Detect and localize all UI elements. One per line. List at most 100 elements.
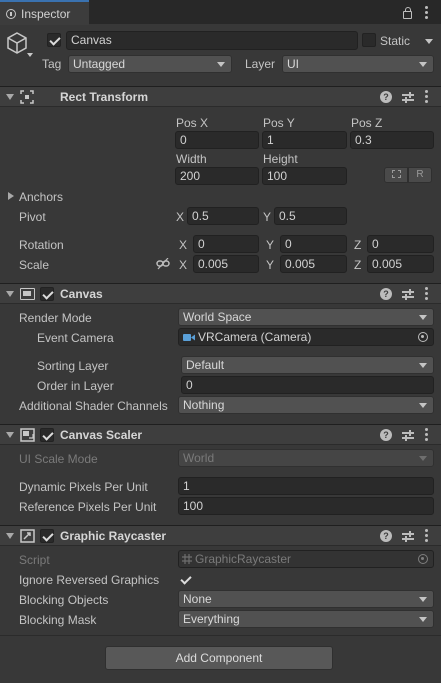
dynamic-ppu-field[interactable]: 1 [178,477,434,495]
tag-label: Tag [42,57,62,71]
static-label: Static [380,34,411,48]
rotation-x-label: X [179,238,188,252]
canvas-scaler-icon [20,428,35,442]
canvas-scaler-foldout[interactable] [6,432,14,438]
shader-channels-label: Additional Shader Channels [19,399,168,413]
kebab-icon[interactable] [425,90,428,103]
blocking-mask-dropdown[interactable]: Everything [178,610,434,628]
layer-label: Layer [245,57,276,71]
scale-x-field[interactable]: 0.005 [193,255,259,273]
canvas-enabled-checkbox[interactable] [40,287,54,301]
static-dropdown-arrow[interactable] [425,39,433,44]
canvas-title: Canvas [60,287,103,301]
render-mode-label: Render Mode [19,311,92,325]
ui-scale-mode-dropdown: World [178,449,434,467]
graphic-raycaster-title: Graphic Raycaster [60,529,167,543]
script-field: GraphicRaycaster [178,550,434,568]
scale-y-field[interactable]: 0.005 [280,255,347,273]
rotation-z-label: Z [354,238,362,252]
layer-dropdown[interactable]: UI [282,55,434,73]
order-in-layer-field[interactable]: 0 [181,376,434,394]
anchors-label[interactable]: Anchors [19,190,63,204]
rect-transform-foldout[interactable] [6,94,14,100]
tab-inspector[interactable]: Inspector [0,0,89,25]
presets-icon[interactable] [402,288,414,300]
presets-icon[interactable] [402,429,414,441]
canvas-foldout[interactable] [6,291,14,297]
icon-dropdown-arrow[interactable] [27,53,33,57]
width-label: Width [176,152,207,166]
pivot-x-field[interactable]: 0.5 [187,207,259,225]
scale-x-label: X [179,258,188,272]
event-camera-field[interactable]: VRCamera (Camera) [178,328,434,346]
kebab-icon[interactable] [425,428,428,441]
lock-icon[interactable] [403,7,412,19]
sorting-layer-label: Sorting Layer [37,359,109,373]
scale-z-label: Z [354,258,362,272]
blueprint-mode-button[interactable] [384,167,408,183]
script-icon [182,554,192,564]
sorting-layer-dropdown[interactable]: Default [181,356,434,374]
pos-x-field[interactable]: 0 [175,131,259,149]
ignore-reversed-checkbox[interactable] [178,572,192,586]
pivot-label: Pivot [19,210,46,224]
canvas-scaler-title: Canvas Scaler [60,428,143,442]
render-mode-dropdown[interactable]: World Space [178,308,434,326]
width-field[interactable]: 200 [175,167,259,185]
static-checkbox[interactable] [362,33,376,47]
rotation-y-label: Y [266,238,275,252]
presets-icon[interactable] [402,91,414,103]
pivot-y-label: Y [263,210,272,224]
dynamic-ppu-label: Dynamic Pixels Per Unit [19,480,148,494]
graphic-raycaster-foldout[interactable] [6,533,14,539]
scale-z-field[interactable]: 0.005 [367,255,434,273]
ui-scale-mode-label: UI Scale Mode [19,452,98,466]
presets-icon[interactable] [402,530,414,542]
anchors-foldout[interactable] [8,192,14,200]
scale-y-label: Y [266,258,275,272]
help-icon[interactable]: ? [380,530,392,542]
object-picker-icon [418,554,428,564]
help-icon[interactable]: ? [380,288,392,300]
blocking-objects-label: Blocking Objects [19,593,109,607]
kebab-icon[interactable] [425,529,428,542]
object-name-input[interactable]: Canvas [66,31,358,50]
graphic-raycaster-icon [20,529,35,543]
rotation-z-field[interactable]: 0 [367,235,434,253]
camera-icon [183,334,195,341]
kebab-icon[interactable] [425,287,428,300]
shader-channels-dropdown[interactable]: Nothing [178,396,434,414]
tag-dropdown[interactable]: Untagged [68,55,232,73]
pos-z-field[interactable]: 0.3 [350,131,434,149]
kebab-icon[interactable] [425,6,428,19]
pivot-y-field[interactable]: 0.5 [274,207,347,225]
canvas-scaler-enabled-checkbox[interactable] [40,428,54,442]
scale-label: Scale [19,258,50,272]
rotation-y-field[interactable]: 0 [280,235,347,253]
rect-transform-icon [20,90,34,104]
blocking-mask-label: Blocking Mask [19,613,97,627]
help-icon[interactable]: ? [380,429,392,441]
rotation-x-field[interactable]: 0 [193,235,259,253]
blocking-objects-dropdown[interactable]: None [178,590,434,608]
height-field[interactable]: 100 [262,167,347,185]
pos-z-label: Pos Z [351,116,383,130]
divider [0,635,441,636]
event-camera-label: Event Camera [37,331,114,345]
script-label: Script [19,553,50,567]
raw-edit-button[interactable]: R [408,167,432,183]
pos-y-field[interactable]: 1 [262,131,347,149]
link-icon[interactable] [156,258,170,270]
help-icon[interactable]: ? [380,91,392,103]
canvas-icon [20,288,35,300]
active-checkbox[interactable] [47,33,61,47]
add-component-button[interactable]: Add Component [105,646,333,670]
ignore-reversed-label: Ignore Reversed Graphics [19,573,160,587]
blueprint-icon [391,170,401,179]
height-label: Height [263,152,298,166]
graphic-raycaster-enabled-checkbox[interactable] [40,529,54,543]
pos-x-label: Pos X [176,116,209,130]
object-picker-icon[interactable] [418,332,428,342]
gameobject-cube-icon [7,32,27,54]
reference-ppu-field[interactable]: 100 [178,497,434,515]
